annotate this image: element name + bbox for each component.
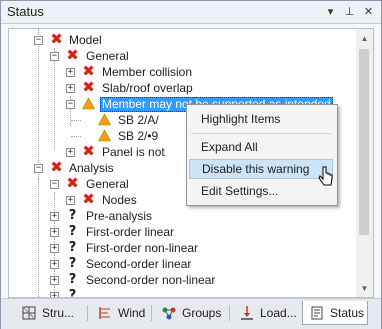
tab-label: Load... — [260, 306, 297, 320]
tree-label: Second-order linear — [86, 257, 192, 271]
wind-icon — [99, 307, 110, 319]
expand-icon[interactable]: + — [66, 148, 75, 157]
tree-row-first-order-nonlinear[interactable]: + ? First-order non-linear — [9, 240, 349, 256]
expand-icon[interactable]: + — [50, 244, 59, 253]
tab-divider — [151, 305, 152, 321]
error-icon: ✖ — [82, 190, 95, 208]
tab-status[interactable]: Status — [302, 301, 368, 325]
expand-icon[interactable]: + — [50, 276, 59, 285]
tree-row-first-order-linear[interactable]: + ? First-order linear — [9, 224, 349, 240]
warning-icon — [98, 129, 111, 142]
tree-row-panel[interactable]: + ✖ Panel is not — [9, 144, 189, 160]
tree-label: SB 2/•9 — [118, 129, 159, 143]
error-icon: ✖ — [66, 46, 79, 64]
collapse-icon[interactable]: − — [50, 180, 59, 189]
tree-row-second-order-nonlinear[interactable]: + ? Second-order non-linear — [9, 272, 349, 288]
expand-icon[interactable]: + — [50, 260, 59, 269]
unknown-status-icon: ? — [68, 240, 77, 255]
expand-icon[interactable]: + — [50, 212, 59, 221]
tab-label: Status — [330, 305, 365, 320]
unknown-status-icon: ? — [68, 256, 77, 271]
collapse-icon[interactable]: − — [66, 100, 75, 109]
error-icon: ✖ — [50, 30, 63, 48]
dropdown-icon[interactable]: ▾ — [323, 4, 338, 19]
panel-titlebar: Status ▾ ⊥ ✕ — [1, 1, 381, 24]
error-icon: ✖ — [82, 78, 95, 96]
expand-icon[interactable]: + — [66, 196, 75, 205]
panel-tab-bar: Stru... Wind Groups Load... Status — [1, 298, 381, 329]
tree-row-clipped: + ? — [9, 288, 349, 298]
tree-label: Panel is not — [102, 145, 165, 159]
tree-row-member-collision[interactable]: + ✖ Member collision — [9, 64, 349, 80]
tab-divider — [229, 305, 230, 321]
menu-item-disable-warning[interactable]: Disable this warning — [189, 159, 333, 179]
tree-label: Slab/roof overlap — [102, 81, 193, 95]
tree-row-second-order-linear[interactable]: + ? Second-order linear — [9, 256, 349, 272]
tree-row-sb-a[interactable]: SB 2/A/ — [9, 112, 189, 128]
collapse-icon[interactable]: − — [34, 164, 43, 173]
pin-icon[interactable]: ⊥ — [342, 4, 357, 19]
warning-icon — [98, 113, 111, 126]
tree-label: Member collision — [102, 65, 193, 79]
expand-icon[interactable]: + — [50, 228, 59, 237]
menu-item-highlight-items[interactable]: Highlight Items — [189, 109, 333, 129]
tab-load[interactable]: Load... — [233, 301, 299, 325]
close-icon[interactable]: ✕ — [361, 4, 376, 19]
vertical-scrollbar[interactable]: ▲ ▼ — [356, 28, 374, 298]
warning-icon — [82, 97, 95, 110]
tree-label: SB 2/A/ — [118, 113, 159, 127]
unknown-status-icon: ? — [68, 224, 77, 239]
tab-label: Wind — [118, 306, 146, 320]
tree-label: First-order linear — [86, 225, 175, 239]
context-menu: Highlight Items Expand All Disable this … — [186, 104, 338, 206]
tab-divider — [87, 305, 88, 321]
unknown-status-icon: ? — [68, 272, 77, 287]
tab-label: Groups — [182, 306, 222, 320]
tree-label: Nodes — [102, 193, 137, 207]
mouse-cursor-icon — [318, 166, 333, 186]
tree-guide — [71, 136, 81, 137]
tab-label: Stru... — [42, 306, 75, 320]
tree-label: Pre-analysis — [86, 209, 153, 223]
scroll-down-icon[interactable]: ▼ — [356, 280, 373, 296]
collapse-icon[interactable]: − — [34, 36, 43, 45]
expand-icon[interactable]: + — [66, 84, 75, 93]
error-icon: ✖ — [66, 174, 79, 192]
tree-label: First-order non-linear — [86, 241, 199, 255]
tab-structure[interactable]: Stru... — [15, 301, 81, 325]
expand-icon[interactable]: + — [66, 68, 75, 77]
tree-row-model[interactable]: − ✖ Model — [9, 32, 349, 48]
tree-row-sb-9[interactable]: SB 2/•9 — [9, 128, 189, 144]
unknown-status-icon: ? — [68, 288, 77, 298]
tree-guide — [71, 120, 81, 121]
load-icon — [241, 306, 253, 320]
tab-groups[interactable]: Groups — [155, 301, 225, 325]
tree-row-slab-overlap[interactable]: + ✖ Slab/roof overlap — [9, 80, 349, 96]
panel-title: Status — [7, 4, 44, 19]
tree-label: Second-order non-linear — [86, 273, 216, 287]
scroll-thumb[interactable] — [359, 49, 369, 235]
menu-item-edit-settings[interactable]: Edit Settings... — [189, 181, 333, 201]
error-icon: ✖ — [82, 62, 95, 80]
error-icon: ✖ — [82, 142, 95, 160]
tree-row-general[interactable]: − ✖ General — [9, 48, 349, 64]
error-icon: ✖ — [50, 158, 63, 176]
menu-item-expand-all[interactable]: Expand All — [189, 137, 333, 157]
structure-icon — [22, 306, 36, 320]
unknown-status-icon: ? — [68, 208, 77, 223]
menu-separator — [191, 133, 331, 134]
status-icon — [311, 306, 323, 319]
scroll-up-icon[interactable]: ▲ — [356, 30, 373, 46]
tab-wind[interactable]: Wind — [91, 301, 147, 325]
collapse-icon[interactable]: − — [50, 52, 59, 61]
tree-row-pre-analysis[interactable]: + ? Pre-analysis — [9, 208, 349, 224]
groups-icon — [162, 307, 176, 320]
